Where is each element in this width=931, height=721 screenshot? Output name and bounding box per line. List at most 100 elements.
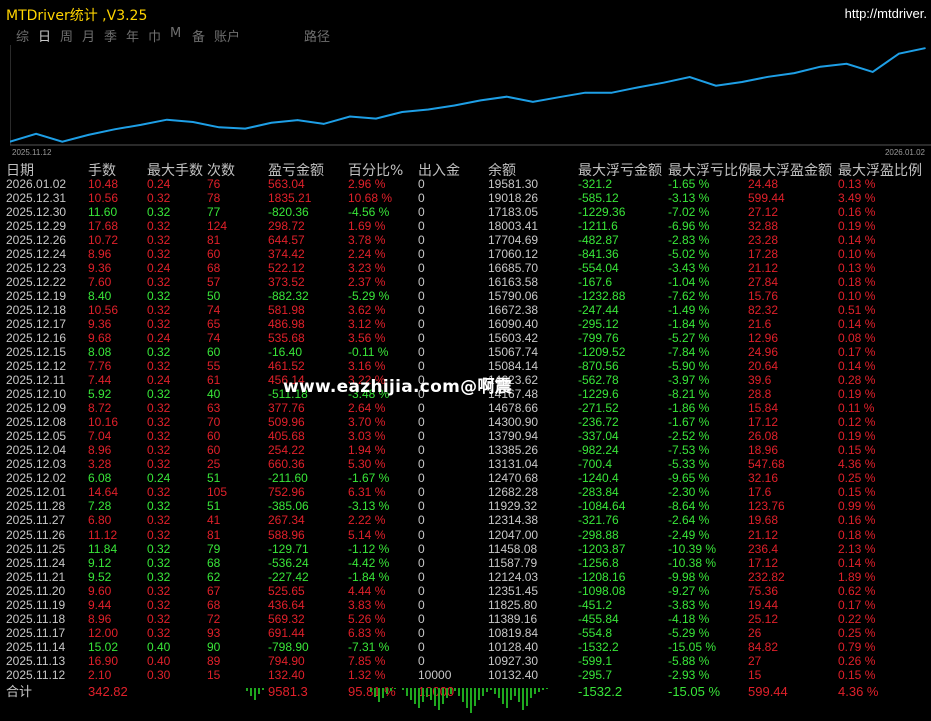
- table-row[interactable]: 2025.12.09 8.72 0.32 63 377.76 2.64 % 0 14678.6…: [0, 401, 931, 416]
- table-row[interactable]: 2025.12.26 10.72 0.32 81 644.57 3.78 % 0 17704.…: [0, 233, 931, 248]
- cell-balance: 12351.45: [488, 583, 539, 598]
- cell-balance: 18003.41: [488, 219, 539, 234]
- cell-balance: 15790.06: [488, 289, 539, 304]
- histogram-bar: [378, 688, 380, 702]
- cell-percent: 7.85 %: [348, 653, 386, 668]
- tab-7[interactable]: M: [170, 26, 181, 41]
- cell-max-lots: 0.40: [147, 639, 171, 654]
- table-row[interactable]: 2025.11.21 9.52 0.32 62 -227.42 -1.84 % 0 12124…: [0, 570, 931, 585]
- cell-lots: 9.36: [88, 261, 112, 276]
- cell-percent: -4.42 %: [348, 555, 390, 570]
- table-row[interactable]: 2025.12.22 7.60 0.32 57 373.52 2.37 % 0 16163.5…: [0, 275, 931, 290]
- table-row[interactable]: 2025.12.04 8.96 0.32 60 254.22 1.94 % 0 13385.2…: [0, 443, 931, 458]
- cell-count: 124: [207, 219, 228, 234]
- cell-max-float-profit-pct: 0.17 %: [838, 345, 876, 360]
- table-row[interactable]: 2025.12.08 10.16 0.32 70 509.96 3.70 % 0 14300.…: [0, 415, 931, 430]
- cell-lots: 9.60: [88, 583, 112, 598]
- table-row[interactable]: 2026.01.02 10.48 0.24 76 563.04 2.96 % 0 19581.…: [0, 177, 931, 192]
- cell-max-float-loss: -1084.64: [578, 499, 626, 514]
- table-row[interactable]: 2025.11.28 7.28 0.32 51 -385.06 -3.13 % 0 11929…: [0, 499, 931, 514]
- tab-2[interactable]: 周: [60, 26, 73, 45]
- table-row[interactable]: 2025.12.19 8.40 0.32 50 -882.32 -5.29 % 0 15790…: [0, 289, 931, 304]
- tab-0[interactable]: 综: [16, 26, 29, 45]
- table-row[interactable]: 2025.12.16 9.68 0.24 74 535.68 3.56 % 0 15603.4…: [0, 331, 931, 346]
- cell-max-float-loss-pct: -1.49 %: [668, 303, 710, 318]
- table-row[interactable]: 2025.12.02 6.08 0.24 51 -211.60 -1.67 % 0 12470…: [0, 471, 931, 486]
- table-row[interactable]: 2025.11.27 6.80 0.32 41 267.34 2.22 % 0 12314.3…: [0, 513, 931, 528]
- cell-max-float-loss: -337.04: [578, 429, 619, 444]
- cell-max-float-loss-pct: -10.38 %: [668, 555, 717, 570]
- cell-percent: 3.03 %: [348, 429, 386, 444]
- cell-max-float-profit-pct: 0.17 %: [838, 597, 876, 612]
- table-row[interactable]: 2025.12.30 11.60 0.32 77 -820.36 -4.56 % 0 1718…: [0, 205, 931, 220]
- cell-max-float-loss-pct: -8.21 %: [668, 387, 710, 402]
- tab-3[interactable]: 月: [82, 26, 95, 45]
- tab-1[interactable]: 日: [38, 26, 51, 45]
- balance-point-34: [898, 52, 900, 55]
- cell-percent: 3.56 %: [348, 331, 386, 346]
- tab-9[interactable]: 账户: [214, 26, 240, 45]
- table-row[interactable]: 2025.11.19 9.44 0.32 68 436.64 3.83 % 0 11825.8…: [0, 598, 931, 613]
- table-row[interactable]: 2025.11.12 2.10 0.30 15 132.40 1.32 % 10000 101…: [0, 668, 931, 683]
- cell-date: 2025.11.27: [6, 513, 66, 528]
- tab-6[interactable]: 巾: [148, 26, 161, 45]
- cell-percent: 10.68 %: [348, 191, 393, 206]
- cell-max-float-profit: 23.28: [748, 233, 779, 248]
- table-row[interactable]: 2025.12.31 10.56 0.32 78 1835.21 10.68 % 0 1901…: [0, 191, 931, 206]
- tab-4[interactable]: 季: [104, 26, 117, 45]
- cell-balance: 15067.74: [488, 345, 539, 360]
- table-row[interactable]: 2025.11.25 11.84 0.32 79 -129.71 -1.12 % 0 1145…: [0, 542, 931, 557]
- cell-max-lots: 0.40: [147, 653, 171, 668]
- cell-date: 2025.12.10: [6, 387, 67, 402]
- cell-percent: 2.37 %: [348, 275, 386, 290]
- cell-balance: 19581.30: [488, 177, 539, 191]
- cell-lots: 16.90: [88, 653, 119, 668]
- table-row[interactable]: 2025.11.13 16.90 0.40 89 794.90 7.85 % 0 10927.…: [0, 654, 931, 669]
- tab-10[interactable]: 路径: [304, 26, 330, 45]
- tab-8[interactable]: 备: [192, 26, 205, 45]
- cell-max-lots: 0.24: [147, 177, 171, 191]
- tab-5[interactable]: 年: [126, 26, 139, 45]
- table-row[interactable]: 2025.12.17 9.36 0.32 65 486.98 3.12 % 0 16090.4…: [0, 317, 931, 332]
- cell-count: 76: [207, 177, 221, 191]
- cell-max-float-profit: 21.12: [748, 527, 779, 542]
- table-row[interactable]: 2025.12.15 8.08 0.32 60 -16.40 -0.11 % 0 15067.…: [0, 345, 931, 360]
- balance-point-31: [819, 65, 822, 68]
- table-row[interactable]: 2025.12.29 17.68 0.32 124 298.72 1.69 % 0 18003…: [0, 219, 931, 234]
- table-row[interactable]: 2025.12.18 10.56 0.32 74 581.98 3.62 % 0 16672.…: [0, 303, 931, 318]
- cell-date: 2025.11.28: [6, 499, 66, 514]
- table-row[interactable]: 2025.11.24 9.12 0.32 68 -536.24 -4.42 % 0 11587…: [0, 556, 931, 571]
- cell-balance: 14678.66: [488, 401, 539, 416]
- cell-pnl: 752.96: [268, 485, 305, 500]
- table-row[interactable]: 2025.11.14 15.02 0.40 90 -798.90 -7.31 % 0 1012…: [0, 640, 931, 655]
- cell-max-float-profit-pct: 0.16 %: [838, 205, 876, 220]
- cell-max-float-loss-pct: -3.13 %: [668, 191, 710, 206]
- website-link[interactable]: http://mtdriver.: [845, 6, 927, 21]
- cell-pnl: 525.65: [268, 583, 305, 598]
- table-row[interactable]: 2025.11.18 8.96 0.32 72 569.32 5.26 % 0 11389.1…: [0, 612, 931, 627]
- cell-max-float-loss: -599.1: [578, 653, 613, 668]
- cell-max-lots: 0.24: [147, 471, 171, 486]
- cell-max-float-loss-pct: -9.27 %: [668, 583, 710, 598]
- cell-max-float-profit: 15.84: [748, 401, 779, 416]
- table-row[interactable]: 2025.12.01 14.64 0.32 105 752.96 6.31 % 0 12682…: [0, 485, 931, 500]
- table-row[interactable]: 2025.12.23 9.36 0.24 68 522.12 3.23 % 0 16685.7…: [0, 261, 931, 276]
- cell-percent: 5.30 %: [348, 457, 386, 472]
- table-row[interactable]: 2025.11.17 12.00 0.32 93 691.44 6.83 % 0 10819.…: [0, 626, 931, 641]
- cell-percent: 2.64 %: [348, 401, 386, 416]
- cell-pnl: 374.42: [268, 247, 305, 262]
- histogram-bar: [458, 688, 460, 696]
- table-row[interactable]: 2025.12.24 8.96 0.32 60 374.42 2.24 % 0 17060.1…: [0, 247, 931, 262]
- cell-count: 68: [207, 555, 221, 570]
- cell-lots: 9.12: [88, 555, 112, 570]
- table-row[interactable]: 2025.12.03 3.28 0.32 25 660.36 5.30 % 0 13131.0…: [0, 457, 931, 472]
- cell-balance: 16163.58: [488, 275, 539, 290]
- table-row[interactable]: 2025.11.26 11.12 0.32 81 588.96 5.14 % 0 12047.…: [0, 528, 931, 543]
- table-row[interactable]: 2025.12.05 7.04 0.32 60 405.68 3.03 % 0 13790.9…: [0, 429, 931, 444]
- cell-pnl: 644.57: [268, 233, 305, 248]
- cell-deposit: 0: [418, 191, 425, 206]
- balance-point-17: [453, 104, 456, 107]
- cell-lots: 6.80: [88, 513, 112, 528]
- table-row[interactable]: 2025.11.20 9.60 0.32 67 525.65 4.44 % 0 12351.4…: [0, 584, 931, 599]
- cell-lots: 6.08: [88, 471, 112, 486]
